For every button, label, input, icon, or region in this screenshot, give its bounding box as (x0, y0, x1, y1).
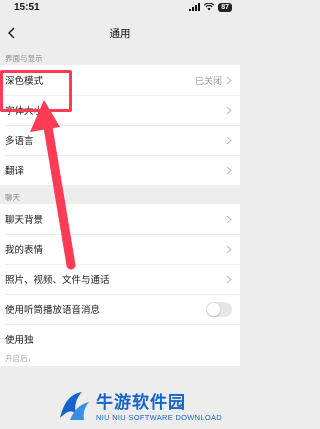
watermark-subtitle: NIU NIU SOFTWARE DOWNLOAD (96, 413, 222, 422)
section-label-display: 界面与显示 (5, 54, 43, 63)
row-value: 已关闭 (194, 75, 222, 86)
chevron-right-icon (226, 76, 232, 84)
signal-icon (189, 3, 201, 11)
row-label: 我的表情 (5, 245, 44, 256)
chevron-right-icon (226, 275, 232, 283)
status-time: 15:51 (14, 1, 40, 13)
row-chat-background[interactable]: 聊天背景 (0, 204, 240, 234)
back-arrow-icon[interactable] (6, 26, 18, 40)
row-translate[interactable]: 翻译 (0, 155, 240, 185)
nav-bar: 通用 (0, 14, 240, 52)
chevron-right-icon (226, 136, 232, 144)
row-label: 翻译 (5, 166, 25, 177)
row-subtext: 开启后， (0, 354, 240, 366)
annotation-highlight-box (0, 70, 72, 112)
row-label: 使用独 (5, 335, 34, 346)
watermark-logo-icon (60, 392, 89, 420)
row-earpiece-playback: 使用听筒播放语音消息 (0, 294, 240, 324)
row-media-files-calls[interactable]: 照片、视频、文件与通话 (0, 264, 240, 294)
battery-indicator: 87 (218, 2, 232, 12)
row-label: 多语言 (5, 136, 34, 147)
section-label-chat: 聊天 (5, 193, 20, 202)
wifi-icon (204, 3, 215, 11)
chevron-right-icon (226, 245, 232, 253)
chevron-right-icon (226, 166, 232, 174)
chat-group: 聊天背景 我的表情 照片、视频、文件与通话 使用听筒播放语音消息 使用独 开启后… (0, 204, 240, 366)
row-my-stickers[interactable]: 我的表情 (0, 234, 240, 264)
chevron-right-icon (226, 106, 232, 114)
status-bar: 15:51 87 (0, 0, 240, 14)
row-label: 聊天背景 (5, 215, 44, 226)
earpiece-toggle[interactable] (206, 301, 232, 317)
row-language[interactable]: 多语言 (0, 125, 240, 155)
row-label: 使用听筒播放语音消息 (5, 305, 101, 316)
row-partial[interactable]: 使用独 (0, 324, 240, 354)
watermark-title: 牛游软件园 (96, 393, 186, 412)
watermark: 牛游软件园 NIU NIU SOFTWARE DOWNLOAD (56, 383, 236, 427)
page-title: 通用 (109, 27, 131, 40)
row-label: 照片、视频、文件与通话 (5, 275, 110, 286)
chevron-right-icon (226, 215, 232, 223)
status-indicators: 87 (189, 2, 232, 12)
